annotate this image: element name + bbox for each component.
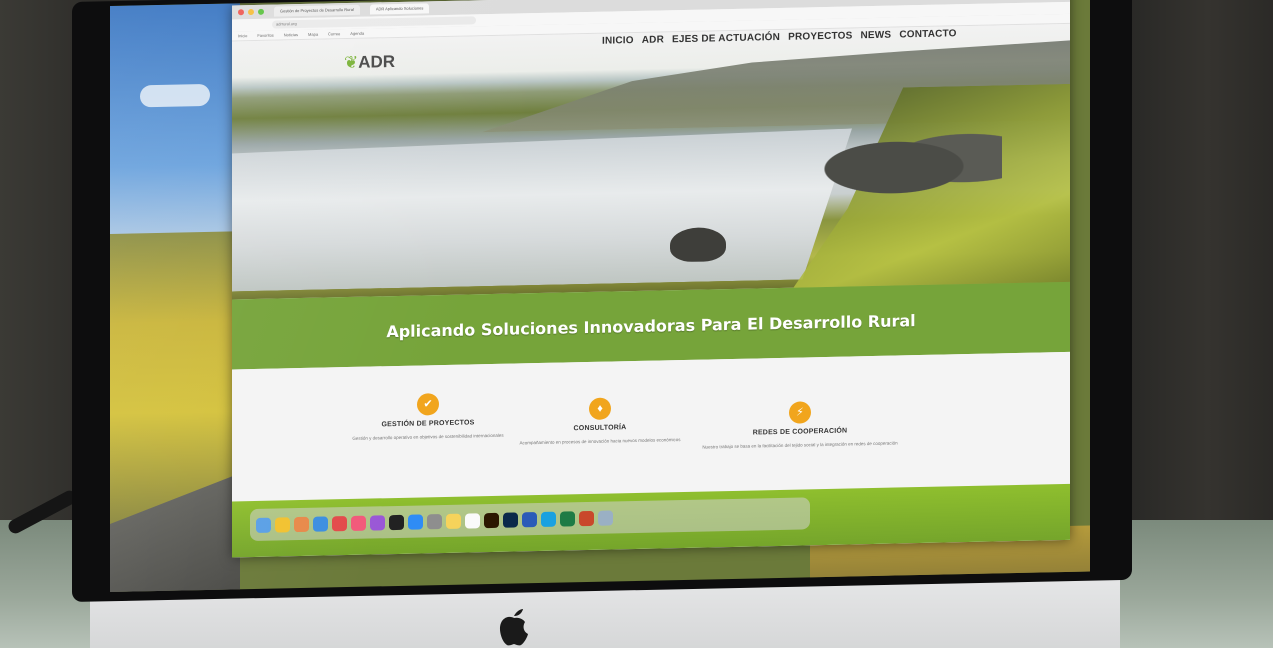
- wallpaper-cloud: [140, 83, 210, 108]
- nav-news[interactable]: NEWS: [861, 30, 892, 42]
- tagline: Aplicando Soluciones Innovadoras Para El…: [386, 310, 916, 341]
- powerpoint-icon[interactable]: [560, 510, 575, 527]
- service-card[interactable]: ✔ GESTIÓN DE PROYECTOS Gestión y desarro…: [338, 391, 518, 443]
- skype-icon[interactable]: [522, 511, 537, 527]
- zoom-button[interactable]: [258, 8, 264, 15]
- illustrator-icon[interactable]: [465, 512, 480, 529]
- tv-icon[interactable]: [389, 514, 404, 530]
- bookmark[interactable]: Mapa: [308, 30, 318, 39]
- nav-ejes[interactable]: EJES DE ACTUACIÓN: [672, 32, 780, 45]
- leaf-icon: ❦: [344, 52, 359, 73]
- excel-icon[interactable]: [541, 511, 556, 527]
- bolt-icon: ⚡: [789, 401, 811, 424]
- photos-icon[interactable]: [294, 516, 309, 532]
- service-card[interactable]: ⚡ REDES DE COOPERACIÓN Nuestro trabajo s…: [700, 399, 900, 451]
- music-icon[interactable]: [351, 515, 366, 531]
- bookmark[interactable]: Correo: [328, 29, 340, 38]
- service-desc: Nuestro trabajo se basa en la facilitaci…: [702, 440, 898, 450]
- appstore-icon[interactable]: [408, 513, 423, 530]
- website: ❦ADR INICIO ADR EJES DE ACTUACIÓN PROYEC…: [232, 23, 1070, 558]
- bookmark[interactable]: Agenda: [350, 29, 364, 38]
- minimize-button[interactable]: [248, 8, 254, 16]
- rocks: [822, 125, 1002, 210]
- browser-window: Gestión de Proyectos de Desarrollo Rural…: [232, 0, 1070, 558]
- wallpaper-sky: [110, 3, 240, 237]
- nav-proyectos[interactable]: PROYECTOS: [788, 30, 852, 42]
- imac-screen: Gestión de Proyectos de Desarrollo Rural…: [110, 0, 1090, 593]
- safari-icon[interactable]: [313, 515, 328, 532]
- trash-icon[interactable]: [598, 509, 613, 526]
- services-section: ✔ GESTIÓN DE PROYECTOS Gestión y desarro…: [232, 351, 1070, 502]
- service-title: REDES DE COOPERACIÓN: [752, 427, 848, 437]
- bookmark[interactable]: Favoritos: [257, 31, 273, 40]
- finder-icon[interactable]: [256, 517, 271, 533]
- window-controls: [238, 8, 264, 16]
- service-card[interactable]: ♦ CONSULTORÍA Acompañamiento en procesos…: [510, 396, 690, 448]
- apple-logo-icon: [499, 609, 528, 646]
- service-title: GESTIÓN DE PROYECTOS: [381, 419, 475, 429]
- settings-icon[interactable]: [427, 513, 442, 529]
- logo-text: ADR: [358, 52, 396, 72]
- service-desc: Gestión y desarrollo operativo en objeti…: [352, 432, 504, 441]
- podcasts-icon[interactable]: [370, 514, 385, 531]
- calendar-icon[interactable]: [332, 515, 347, 531]
- preview-icon[interactable]: [579, 510, 594, 526]
- check-icon: ✔: [417, 393, 439, 416]
- chrome-icon[interactable]: [275, 516, 290, 533]
- stone: [670, 227, 726, 263]
- site-logo[interactable]: ❦ADR: [344, 52, 395, 73]
- bookmark[interactable]: Noticias: [284, 30, 298, 39]
- close-button[interactable]: [238, 9, 244, 16]
- lake: [232, 128, 852, 291]
- bookmark[interactable]: Inicio: [238, 31, 247, 40]
- tab-1[interactable]: Gestión de Proyectos de Desarrollo Rural: [274, 4, 360, 17]
- nav-adr[interactable]: ADR: [642, 34, 664, 45]
- service-title: CONSULTORÍA: [573, 424, 627, 433]
- notes-icon[interactable]: [446, 513, 461, 529]
- photoshop-icon[interactable]: [484, 512, 499, 528]
- nav-inicio[interactable]: INICIO: [602, 35, 634, 47]
- tab-2[interactable]: ADR Aplicando Soluciones: [369, 3, 430, 15]
- service-desc: Acompañamiento en procesos de innovación…: [519, 437, 681, 446]
- diamond-icon: ♦: [589, 397, 611, 420]
- nav-contacto[interactable]: CONTACTO: [899, 28, 956, 40]
- word-icon[interactable]: [503, 511, 518, 528]
